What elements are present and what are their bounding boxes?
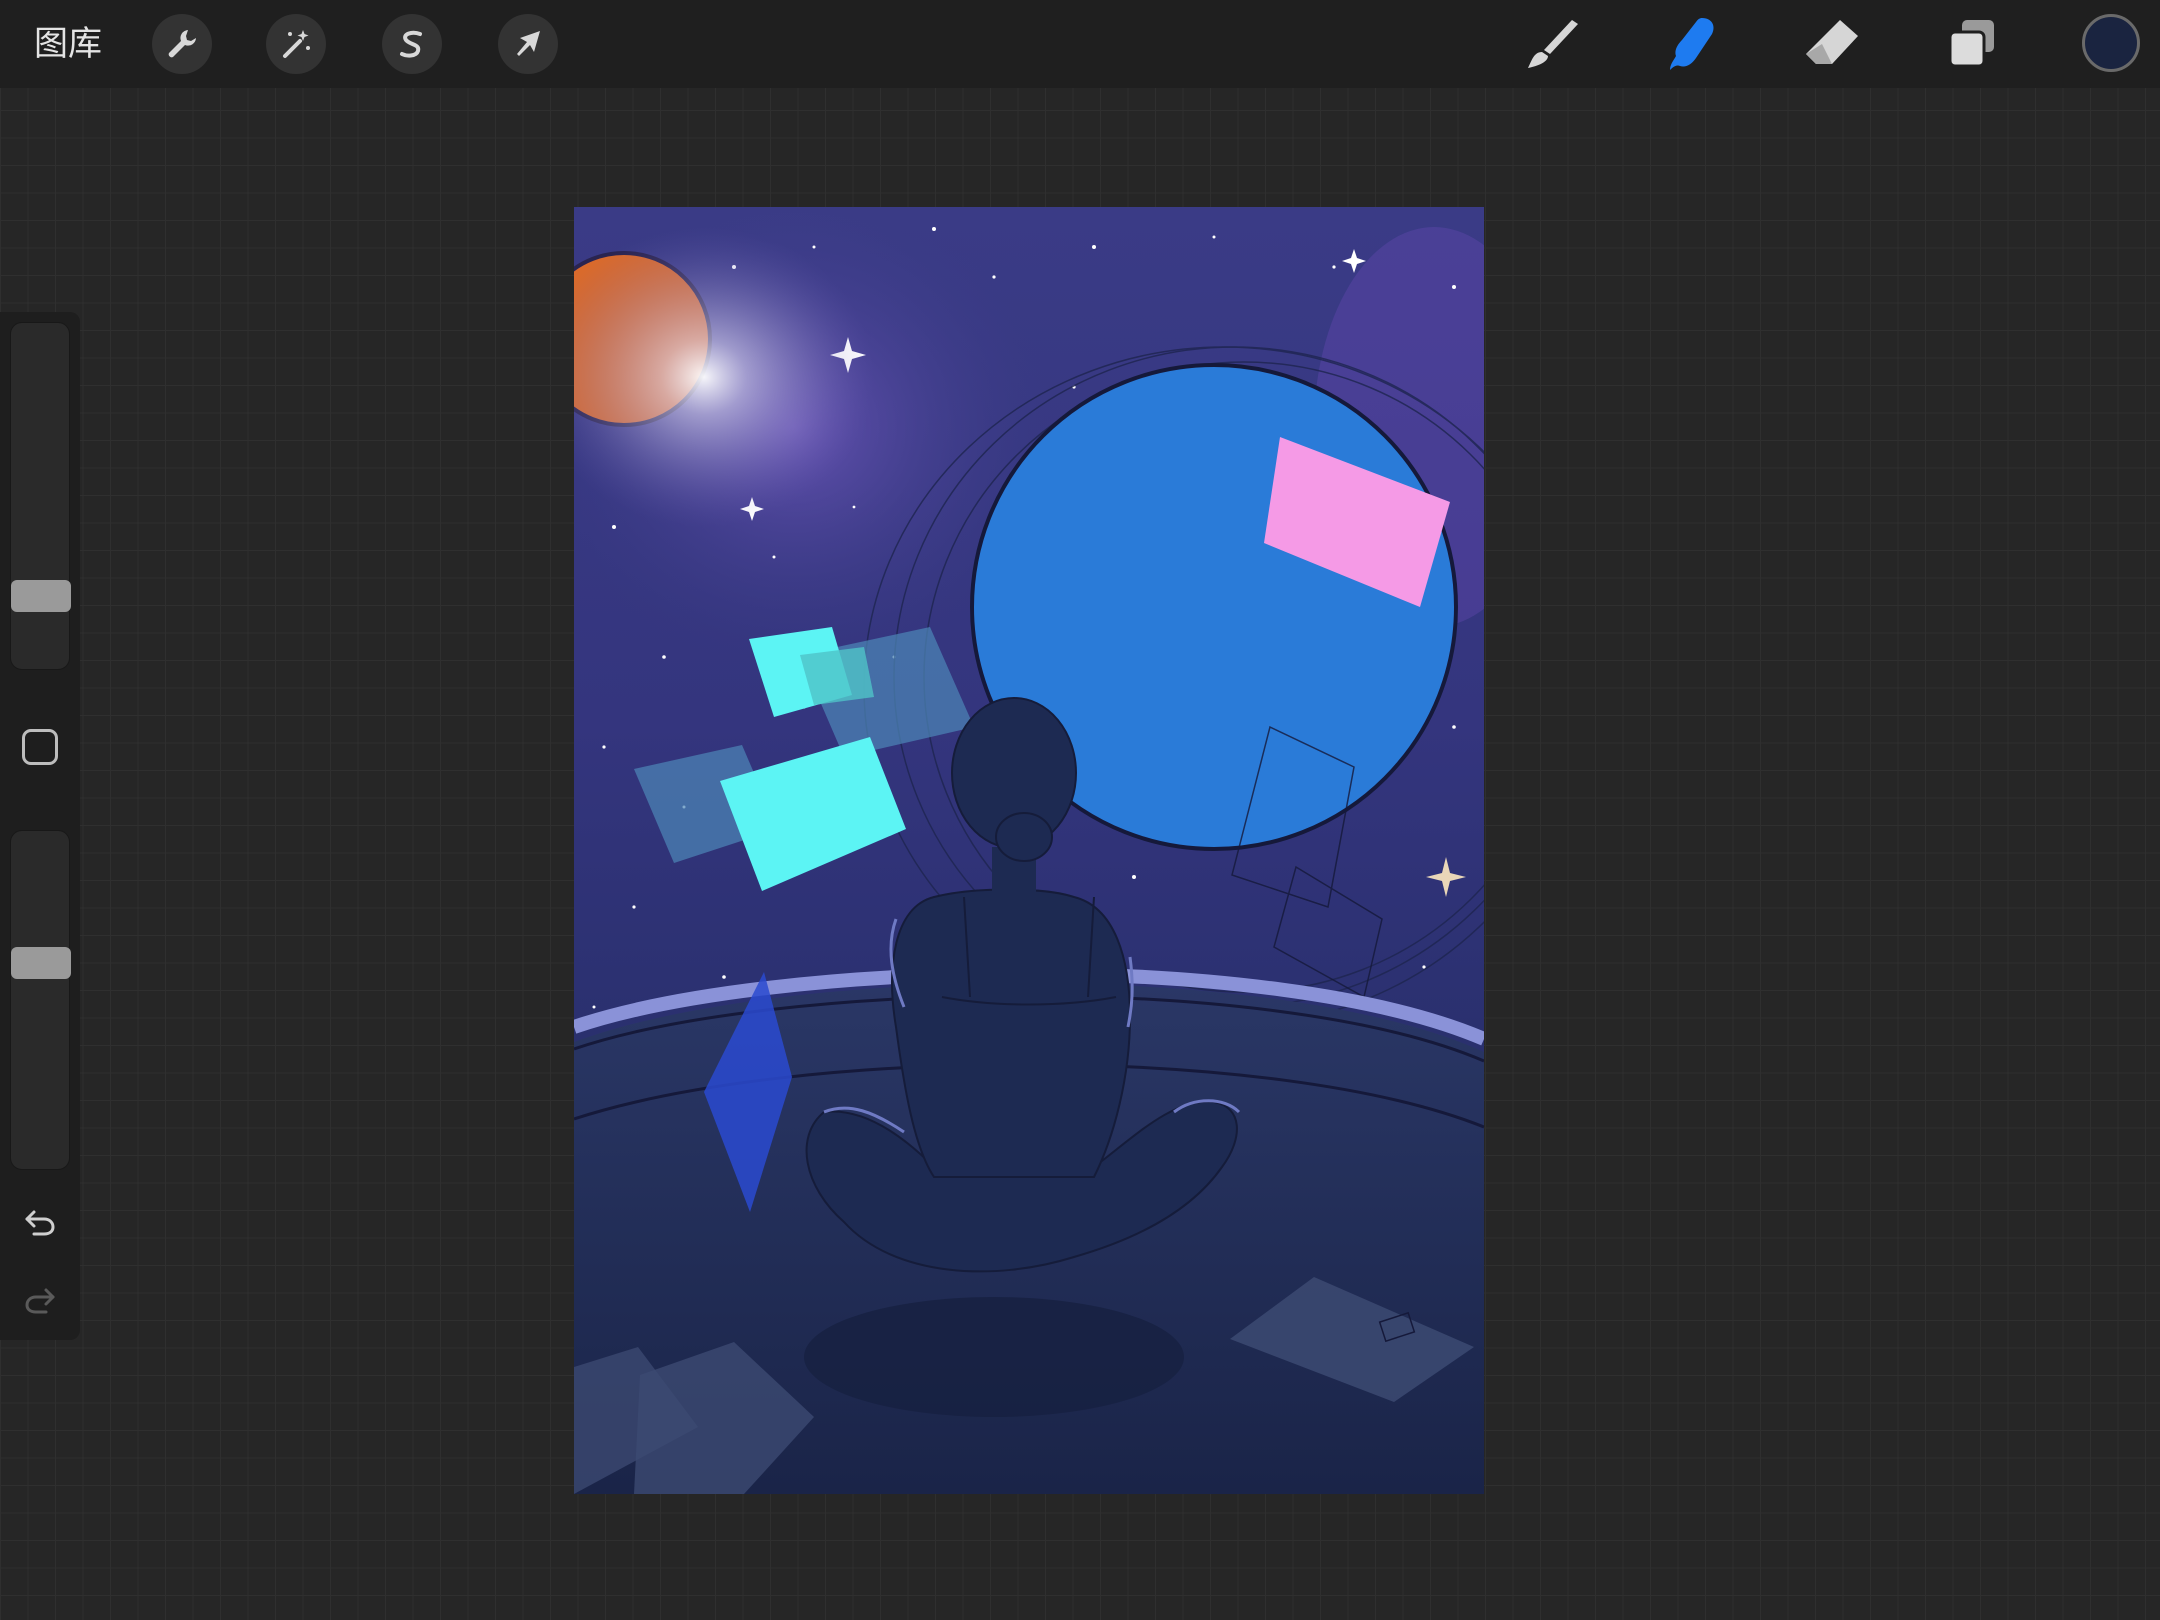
- layers-icon: [1948, 20, 1994, 68]
- smudge-finger-icon: [1670, 18, 1714, 70]
- selection-s-icon: [400, 30, 422, 58]
- opacity-thumb[interactable]: [11, 947, 71, 979]
- color-picker-button[interactable]: [2082, 14, 2140, 72]
- magic-wand-icon: [283, 30, 310, 58]
- redo-arrow-icon: [25, 1288, 55, 1314]
- brush-size-slider[interactable]: [10, 322, 71, 670]
- redo-button[interactable]: [18, 1278, 62, 1322]
- actions-button[interactable]: [152, 14, 212, 74]
- brush-size-thumb[interactable]: [11, 580, 71, 612]
- transform-button[interactable]: [498, 14, 558, 74]
- artwork: [574, 207, 1484, 1494]
- gallery-button[interactable]: 图库: [34, 20, 102, 68]
- drawing-canvas[interactable]: [574, 207, 1484, 1494]
- modify-button[interactable]: [22, 729, 58, 765]
- sparkle-star: [1426, 857, 1466, 897]
- undo-arrow-icon: [25, 1210, 55, 1236]
- left-sidebar: [0, 312, 80, 1340]
- top-toolbar: 图库: [0, 0, 2160, 88]
- adjustments-button[interactable]: [266, 14, 326, 74]
- arrow-cursor-icon: [517, 31, 540, 56]
- opacity-slider[interactable]: [10, 830, 71, 1170]
- wrench-icon: [168, 30, 196, 58]
- undo-button[interactable]: [18, 1200, 62, 1244]
- brush-icon: [1528, 20, 1578, 68]
- layers-button[interactable]: [1940, 12, 2004, 76]
- eraser-tool-button[interactable]: [1800, 12, 1864, 76]
- eraser-icon: [1806, 20, 1858, 64]
- selection-button[interactable]: [382, 14, 442, 74]
- smudge-tool-button[interactable]: [1660, 12, 1724, 76]
- brush-tool-button[interactable]: [1520, 12, 1584, 76]
